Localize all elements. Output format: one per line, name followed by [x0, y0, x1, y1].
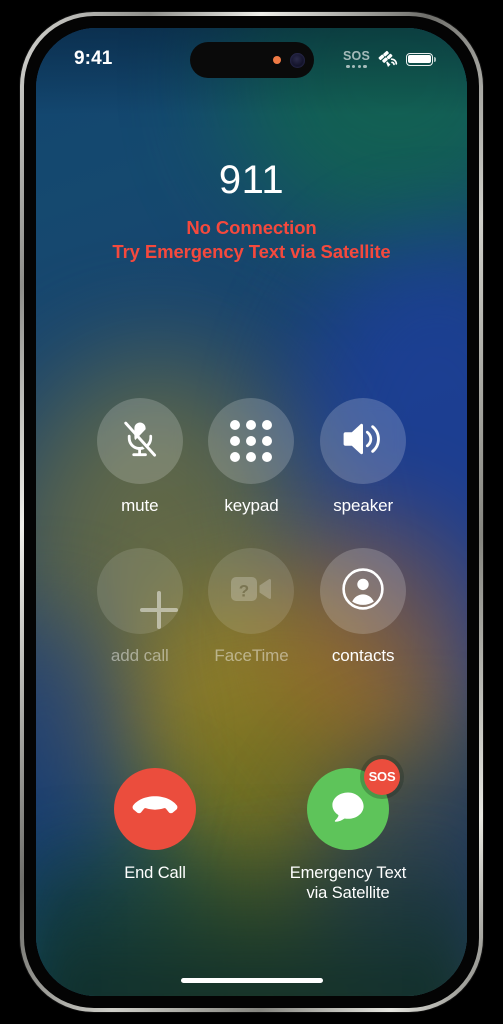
call-button-add-call[interactable]: add call: [84, 548, 196, 666]
status-bar-time: 9:41: [74, 48, 112, 70]
status-bar-indicators: SOS: [343, 49, 433, 70]
bottom-action-row: End Call SOS Emergency Text vi: [36, 768, 467, 904]
end-call-label: End Call: [124, 863, 186, 884]
person-circle-icon: [341, 567, 385, 616]
keypad-dots-icon: [230, 420, 272, 462]
call-controls-grid: mute keypad: [36, 398, 467, 666]
call-header: 911 No Connection Try Emergency Text via…: [36, 158, 467, 263]
microphone-active-indicator-icon: [273, 56, 281, 64]
emergency-text-satellite-button[interactable]: SOS Emergency Text via Satellite: [289, 768, 407, 904]
satellite-icon: [377, 50, 399, 70]
signal-dot: [352, 65, 355, 68]
device-bezel: 9:41 SOS: [24, 16, 479, 1008]
battery-fill: [408, 55, 430, 63]
mute-button-circle[interactable]: [97, 398, 183, 484]
speaker-waves-icon: [340, 419, 386, 464]
iphone-device-frame: 9:41 SOS: [20, 12, 483, 1012]
call-status-line-2: Try Emergency Text via Satellite: [36, 240, 467, 264]
call-button-label: add call: [111, 646, 169, 666]
call-button-label: mute: [121, 496, 158, 516]
signal-dot: [358, 65, 361, 68]
call-button-label: keypad: [224, 496, 278, 516]
call-button-contacts[interactable]: contacts: [307, 548, 419, 666]
dynamic-island[interactable]: [190, 42, 314, 78]
call-button-label: speaker: [333, 496, 393, 516]
facetime-button-circle[interactable]: ?: [208, 548, 294, 634]
call-button-label: contacts: [332, 646, 395, 666]
call-button-facetime[interactable]: ? FaceTime: [196, 548, 308, 666]
speaker-button-circle[interactable]: [320, 398, 406, 484]
add-call-button-circle[interactable]: [97, 548, 183, 634]
sos-badge: SOS: [364, 759, 400, 795]
keypad-button-circle[interactable]: [208, 398, 294, 484]
call-number: 911: [36, 158, 467, 202]
end-call-button-circle[interactable]: [114, 768, 196, 850]
front-camera-icon: [290, 53, 305, 68]
battery-icon: [406, 53, 433, 66]
contacts-button-circle[interactable]: [320, 548, 406, 634]
phone-down-icon: [131, 793, 179, 824]
video-camera-question-icon: ?: [229, 573, 273, 610]
call-button-speaker[interactable]: speaker: [307, 398, 419, 516]
call-button-label: FaceTime: [214, 646, 288, 666]
call-button-mute[interactable]: mute: [84, 398, 196, 516]
signal-dot: [346, 65, 349, 68]
call-button-keypad[interactable]: keypad: [196, 398, 308, 516]
call-status-line-1: No Connection: [36, 216, 467, 240]
home-indicator[interactable]: [181, 978, 323, 984]
signal-dots: [346, 65, 366, 68]
signal-dot: [363, 65, 366, 68]
sos-cellular-indicator: SOS: [343, 50, 370, 68]
phone-screen: 9:41 SOS: [36, 28, 467, 996]
emergency-text-label-line-1: Emergency Text: [290, 864, 407, 882]
message-bubble-icon: [325, 784, 371, 833]
end-call-button[interactable]: End Call: [96, 768, 214, 884]
microphone-slash-icon: [120, 417, 160, 466]
sos-label: SOS: [343, 50, 370, 63]
emergency-text-button-circle[interactable]: SOS: [307, 768, 389, 850]
emergency-text-label-line-2: via Satellite: [306, 884, 389, 902]
svg-text:?: ?: [239, 581, 249, 600]
emergency-text-label: Emergency Text via Satellite: [290, 863, 407, 904]
